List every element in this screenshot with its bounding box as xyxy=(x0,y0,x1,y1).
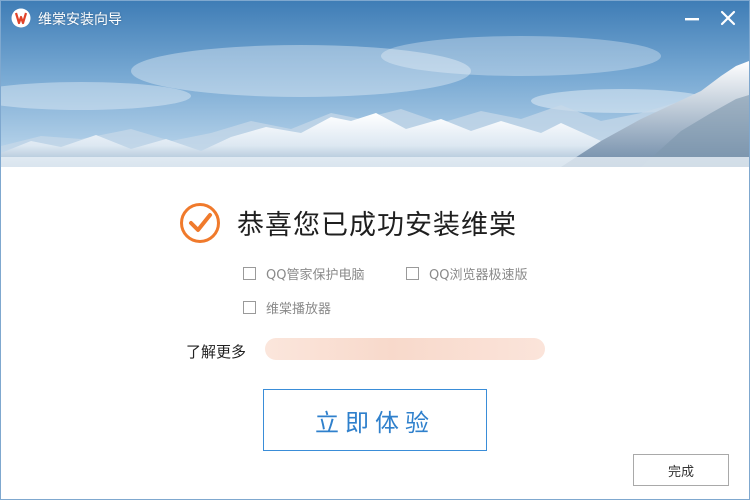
content-area: 恭喜您已成功安装维棠 QQ管家保护电脑 QQ浏览器极速版 维棠播放器 了解更多 … xyxy=(1,167,749,499)
checkbox[interactable] xyxy=(406,267,419,280)
learn-more-link[interactable] xyxy=(265,338,545,360)
close-button[interactable] xyxy=(715,5,741,31)
option-label: QQ浏览器极速版 xyxy=(429,268,528,283)
checkbox[interactable] xyxy=(243,301,256,314)
learn-more-label: 了解更多 xyxy=(186,343,247,361)
checkbox[interactable] xyxy=(243,267,256,280)
title-bar[interactable]: 维棠安装向导 xyxy=(1,1,749,35)
finish-button[interactable]: 完成 xyxy=(633,454,729,486)
installer-window: 维棠安装向导 恭喜您已成功安装维棠 QQ管家保护电脑 QQ浏览器极速版 维棠播放… xyxy=(0,0,750,500)
close-icon xyxy=(720,10,736,26)
option-qq-browser[interactable]: QQ浏览器极速版 xyxy=(406,264,527,283)
check-circle-icon xyxy=(179,202,221,244)
minimize-icon xyxy=(685,18,699,21)
weitang-logo-icon xyxy=(11,8,31,28)
option-label: QQ管家保护电脑 xyxy=(266,268,365,283)
window-title: 维棠安装向导 xyxy=(38,12,122,28)
option-label: 维棠播放器 xyxy=(266,302,332,317)
minimize-button[interactable] xyxy=(679,5,705,31)
option-weitang-player[interactable]: 维棠播放器 xyxy=(243,298,331,317)
try-now-button[interactable]: 立即体验 xyxy=(263,389,487,451)
option-qq-pc-manager[interactable]: QQ管家保护电脑 xyxy=(243,264,364,283)
success-headline: 恭喜您已成功安装维棠 xyxy=(237,210,517,241)
